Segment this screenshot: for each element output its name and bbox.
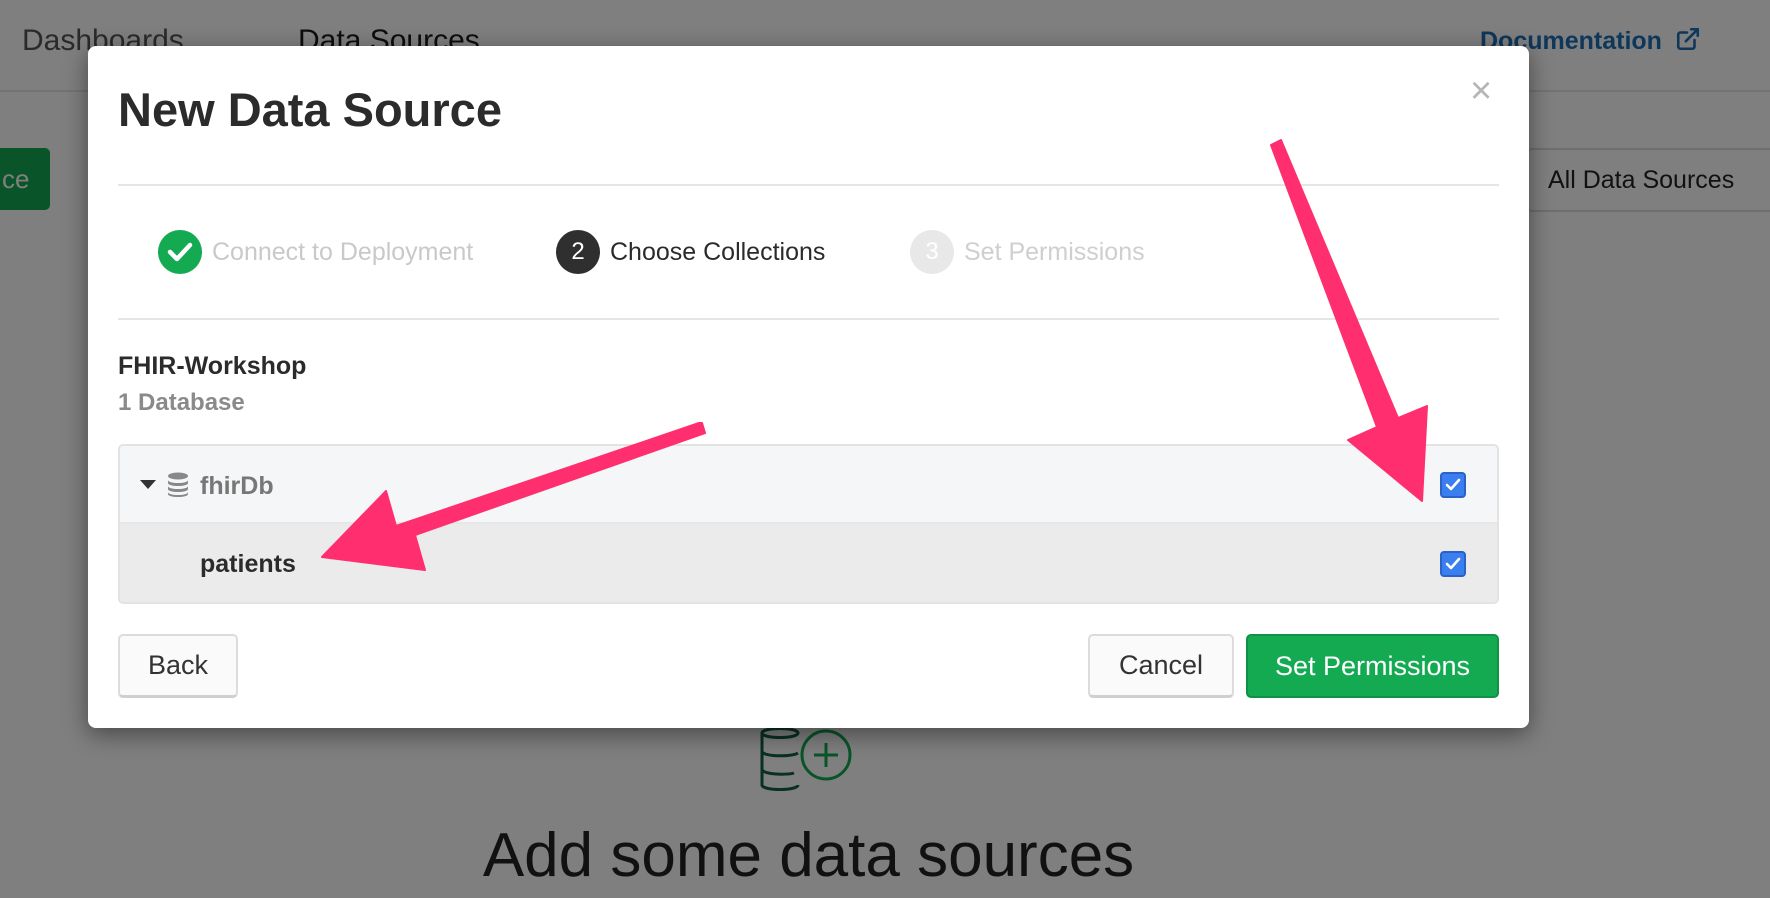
checkmark-icon: [167, 242, 193, 262]
step-choose-collections: 2 Choose Collections: [556, 230, 825, 274]
collection-row[interactable]: patients: [120, 524, 1497, 602]
checkbox-checked-icon: [1445, 478, 1461, 491]
modal-title: New Data Source: [118, 83, 502, 136]
database-count: 1 Database: [118, 389, 245, 416]
step-label: Connect to Deployment: [212, 237, 474, 266]
caret-down-icon[interactable]: [140, 480, 156, 489]
database-name: fhirDb: [200, 472, 274, 500]
cluster-name: FHIR-Workshop: [118, 352, 307, 380]
step-set-permissions: 3 Set Permissions: [910, 230, 1145, 274]
step-label: Choose Collections: [610, 237, 826, 266]
collections-tree: fhirDb patients: [118, 444, 1499, 604]
collection-checkbox[interactable]: [1440, 551, 1466, 577]
database-row[interactable]: fhirDb: [120, 446, 1497, 524]
new-data-source-modal: New Data Source × Connect to Deployment …: [88, 46, 1529, 728]
step-connect-to-deployment: Connect to Deployment: [158, 230, 473, 274]
collection-name: patients: [200, 550, 296, 578]
cancel-button[interactable]: Cancel: [1088, 634, 1234, 698]
close-icon[interactable]: ×: [1470, 72, 1492, 110]
back-button[interactable]: Back: [118, 634, 238, 698]
checkbox-checked-icon: [1445, 557, 1461, 570]
set-permissions-button[interactable]: Set Permissions: [1246, 634, 1499, 698]
step-number-badge: 2: [556, 230, 600, 274]
database-checkbox[interactable]: [1440, 472, 1466, 498]
step-number-badge: 3: [910, 230, 954, 274]
divider: [118, 184, 1499, 186]
step-label: Set Permissions: [964, 237, 1145, 266]
database-stack-icon: [168, 472, 188, 497]
step-complete-badge: [158, 230, 202, 274]
divider: [118, 318, 1499, 320]
